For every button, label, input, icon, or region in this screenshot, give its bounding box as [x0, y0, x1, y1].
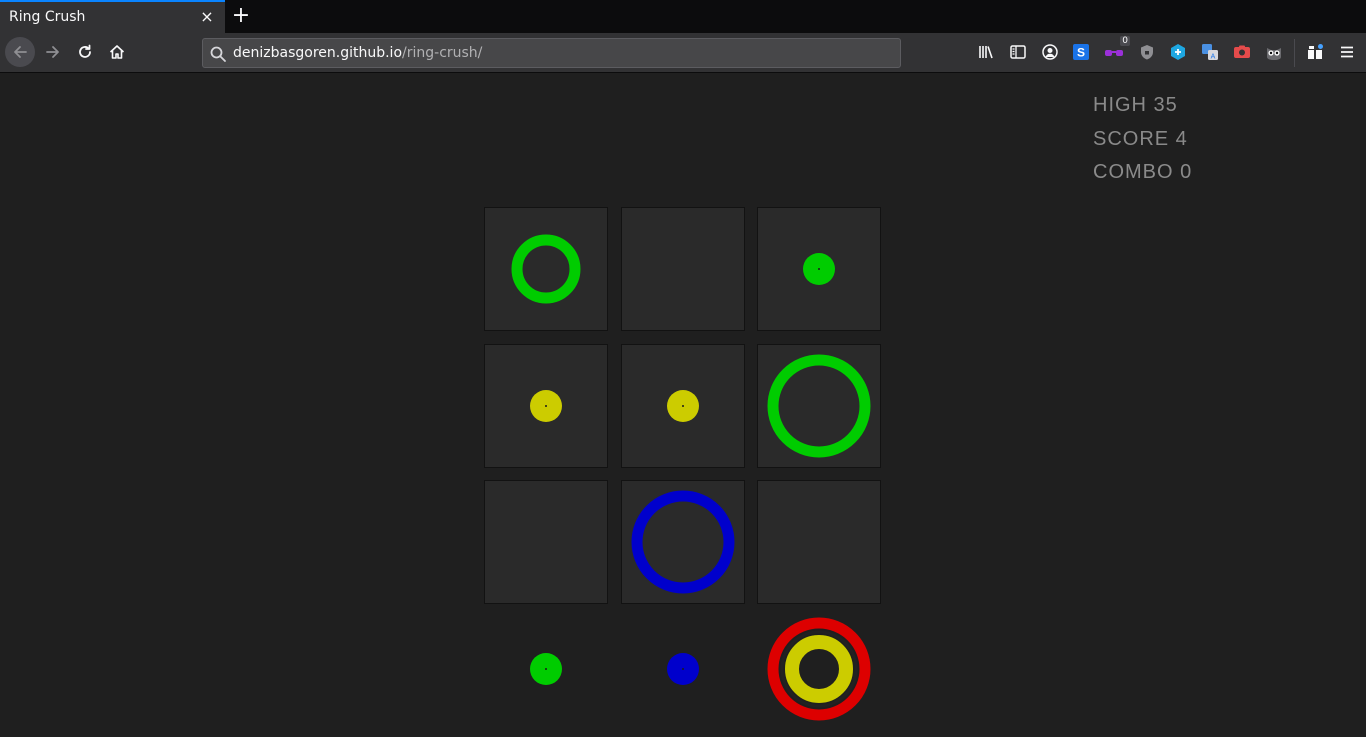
tray-piece-1[interactable]	[621, 607, 745, 731]
cell-pieces	[484, 480, 608, 604]
tray-piece-0[interactable]	[484, 607, 608, 731]
tray-piece-shape	[767, 617, 871, 721]
library-icon[interactable]	[976, 42, 996, 62]
tab-close-icon[interactable]: ×	[199, 8, 215, 26]
board-cell-1-2[interactable]	[757, 344, 881, 468]
back-icon[interactable]	[5, 37, 35, 67]
extension-translate-icon[interactable]: A	[1200, 42, 1220, 62]
menu-icon[interactable]	[1337, 42, 1357, 62]
sidebar-icon[interactable]	[1008, 42, 1028, 62]
board-cell-2-2[interactable]	[757, 480, 881, 604]
dot-center	[545, 405, 547, 407]
board-cell-0-2[interactable]	[757, 207, 881, 331]
url-path: /ring-crush/	[402, 45, 483, 61]
forward-icon[interactable]	[38, 37, 68, 67]
board-cell-0-0[interactable]	[484, 207, 608, 331]
cell-pieces	[511, 234, 581, 304]
game-area: HIGH 35 SCORE 4 COMBO 0	[0, 73, 1366, 737]
extensions-icon[interactable]	[1305, 42, 1325, 62]
extension-shield-icon[interactable]	[1137, 42, 1157, 62]
extension-badge: 0	[1120, 36, 1130, 46]
cell-pieces	[530, 390, 562, 422]
dot-center	[818, 268, 820, 270]
board-cell-0-1[interactable]	[621, 207, 745, 331]
tab-title: Ring Crush	[9, 9, 86, 25]
extension-glasses-icon[interactable]: 0	[1104, 36, 1130, 62]
medium-ring-yellow	[785, 635, 853, 703]
extension-cube-icon[interactable]	[1168, 42, 1188, 62]
cell-pieces	[767, 354, 871, 458]
tab-strip: Ring Crush × +	[0, 0, 1366, 33]
large-ring-blue	[631, 490, 735, 594]
tray-piece-shape	[667, 653, 699, 685]
extension-owl-icon[interactable]	[1264, 42, 1284, 62]
svg-text:S: S	[1077, 46, 1085, 60]
extension-camera-icon[interactable]	[1232, 42, 1252, 62]
dot-center	[682, 405, 684, 407]
current-score: SCORE 4	[1093, 127, 1188, 150]
account-icon[interactable]	[1040, 42, 1060, 62]
toolbar-divider	[1294, 39, 1295, 67]
search-icon	[209, 45, 227, 67]
board-cell-1-0[interactable]	[484, 344, 608, 468]
svg-text:A: A	[1211, 54, 1216, 61]
cell-pieces	[803, 253, 835, 285]
navigation-bar: denizbasgoren.github.io/ring-crush/ S 0 …	[0, 33, 1366, 73]
cell-pieces	[667, 390, 699, 422]
reload-icon[interactable]	[70, 37, 100, 67]
tab-ring-crush[interactable]: Ring Crush ×	[0, 0, 225, 33]
board-cell-2-1[interactable]	[621, 480, 745, 604]
high-score: HIGH 35	[1093, 94, 1178, 116]
cell-pieces	[631, 490, 735, 594]
extension-s-icon[interactable]: S	[1071, 42, 1091, 62]
tray-piece-2[interactable]	[757, 607, 881, 731]
tray-piece-shape	[530, 653, 562, 685]
score-panel: HIGH 35 SCORE 4 COMBO 0	[1093, 93, 1192, 194]
cell-pieces	[757, 480, 881, 604]
board-cell-2-0[interactable]	[484, 480, 608, 604]
small-ring-green	[511, 234, 581, 304]
dot-center	[545, 668, 547, 670]
combo-counter: COMBO 0	[1093, 161, 1193, 183]
url-domain: denizbasgoren.github.io	[233, 45, 403, 61]
cell-pieces	[621, 207, 745, 331]
home-icon[interactable]	[102, 37, 132, 67]
new-tab-icon[interactable]: +	[231, 5, 251, 27]
url-text[interactable]: denizbasgoren.github.io/ring-crush/	[233, 45, 482, 61]
url-bar[interactable]: denizbasgoren.github.io/ring-crush/	[202, 38, 901, 68]
dot-center	[682, 668, 684, 670]
large-ring-green	[767, 354, 871, 458]
board-cell-1-1[interactable]	[621, 344, 745, 468]
